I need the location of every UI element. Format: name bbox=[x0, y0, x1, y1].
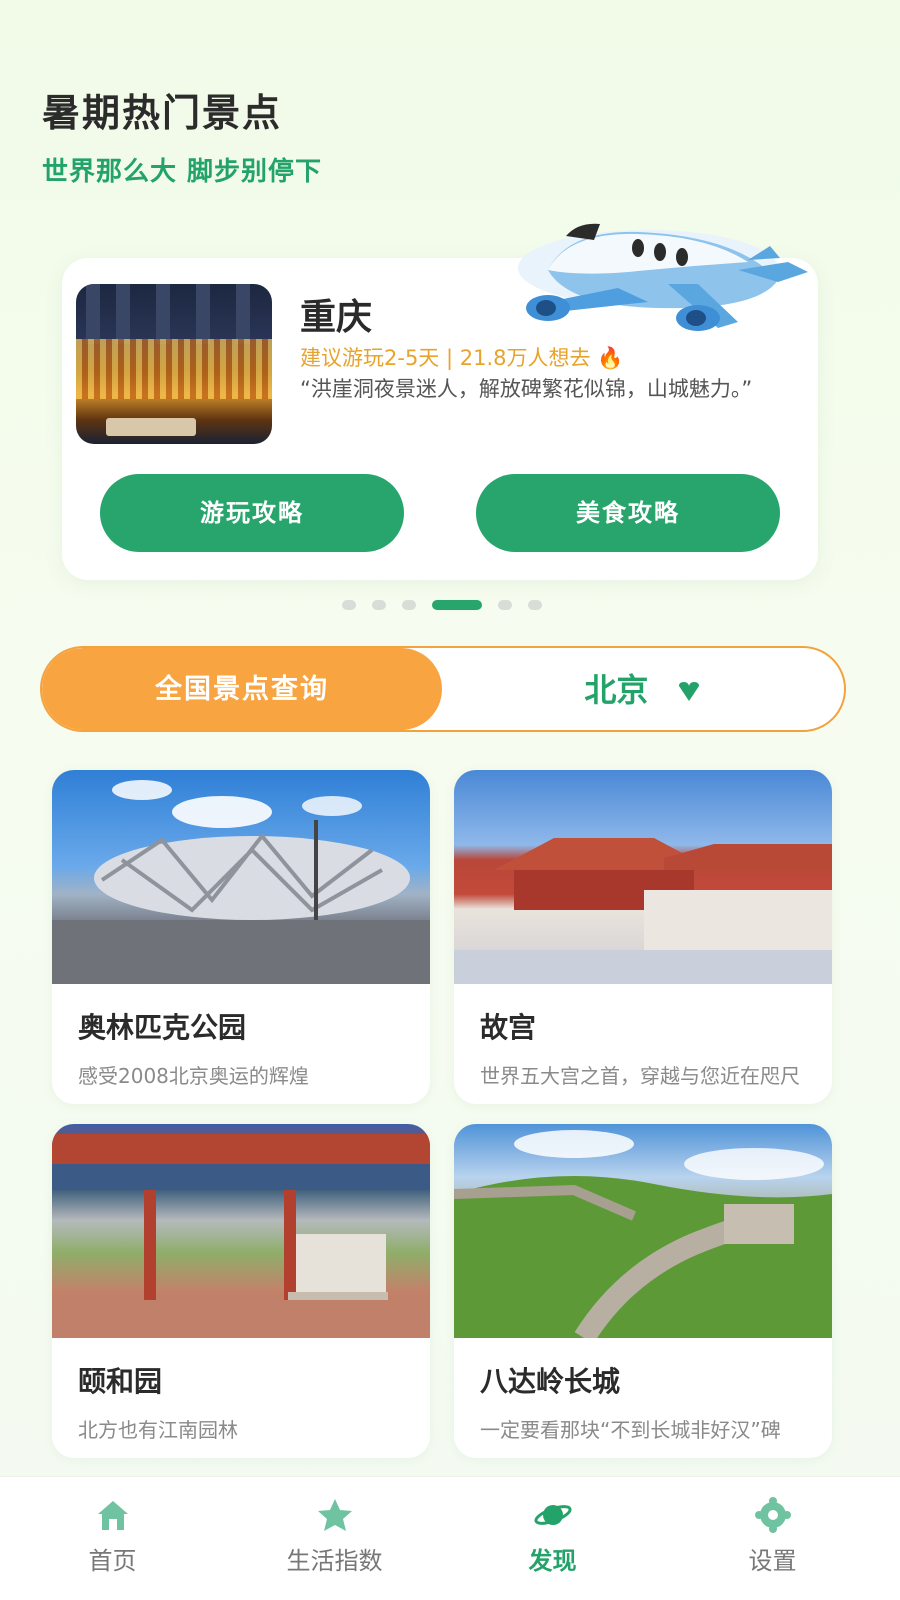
star-icon bbox=[318, 1499, 352, 1531]
spot-name: 颐和园 bbox=[78, 1365, 163, 1398]
national-spot-query-button[interactable]: 全国景点查询 bbox=[42, 648, 442, 730]
travel-guide-button[interactable]: 游玩攻略 bbox=[100, 474, 404, 552]
banner-city-name: 重庆 bbox=[300, 297, 373, 338]
spot-name: 奥林匹克公园 bbox=[78, 1011, 247, 1044]
forbidden-city-photo bbox=[454, 770, 832, 984]
spot-name: 故宫 bbox=[480, 1011, 537, 1044]
tab-label: 设置 bbox=[748, 1547, 797, 1575]
spot-card-great-wall[interactable]: 八达岭长城 一定要看那块“不到长城非好汉”碑 bbox=[454, 1124, 832, 1458]
chongqing-photo bbox=[76, 284, 272, 444]
spot-description: 一定要看那块“不到长城非好汉”碑 bbox=[480, 1418, 781, 1442]
pagination-dot[interactable] bbox=[372, 600, 386, 610]
banner-quote: “洪崖洞夜景迷人，解放碑繁花似锦，山城魅力。” bbox=[300, 377, 753, 401]
gear-icon bbox=[755, 1497, 791, 1533]
spot-description: 世界五大宫之首，穿越与您近在咫尺 bbox=[480, 1064, 800, 1088]
food-guide-button[interactable]: 美食攻略 bbox=[476, 474, 780, 552]
home-icon bbox=[98, 1501, 128, 1530]
planet-icon bbox=[534, 1505, 572, 1525]
spot-card-summer-palace[interactable]: 颐和园 北方也有江南园林 bbox=[52, 1124, 430, 1458]
spot-description: 感受2008北京奥运的辉煌 bbox=[78, 1064, 309, 1088]
banner-pagination[interactable] bbox=[342, 600, 542, 610]
tab-label: 发现 bbox=[528, 1547, 577, 1575]
spot-card-forbidden-city[interactable]: 故宫 世界五大宫之首，穿越与您近在咫尺 bbox=[454, 770, 832, 1104]
spot-description: 北方也有江南园林 bbox=[78, 1418, 238, 1442]
page-subtitle: 世界那么大 脚步别停下 bbox=[42, 157, 323, 187]
tab-life-index[interactable]: 生活指数 bbox=[222, 1477, 447, 1600]
pagination-dot[interactable] bbox=[402, 600, 416, 610]
page-header: 暑期热门景点 世界那么大 脚步别停下 bbox=[42, 82, 322, 188]
olympic-park-photo bbox=[52, 770, 430, 984]
page-title: 暑期热门景点 bbox=[42, 91, 283, 135]
bottom-tab-bar: 首页 生活指数 发现 设置 bbox=[0, 1476, 900, 1600]
pagination-dot-active[interactable] bbox=[432, 600, 482, 610]
city-selector[interactable]: 北京 bbox=[442, 648, 844, 730]
great-wall-photo bbox=[454, 1124, 832, 1338]
tab-home[interactable]: 首页 bbox=[0, 1477, 225, 1600]
summer-palace-photo bbox=[52, 1124, 430, 1338]
pagination-dot[interactable] bbox=[342, 600, 356, 610]
pagination-dot[interactable] bbox=[498, 600, 512, 610]
tab-settings[interactable]: 设置 bbox=[660, 1477, 885, 1600]
spot-name: 八达岭长城 bbox=[480, 1365, 621, 1398]
airplane-icon bbox=[518, 223, 808, 331]
tab-label: 生活指数 bbox=[286, 1547, 383, 1575]
pagination-dot[interactable] bbox=[528, 600, 542, 610]
tab-label: 首页 bbox=[88, 1547, 137, 1575]
heart-caret-icon bbox=[678, 682, 699, 701]
spot-query-bar: 全国景点查询 北京 bbox=[40, 646, 846, 732]
spot-card-olympic-park[interactable]: 奥林匹克公园 感受2008北京奥运的辉煌 bbox=[52, 770, 430, 1104]
city-selector-label: 北京 bbox=[584, 671, 649, 709]
tab-discover[interactable]: 发现 bbox=[440, 1477, 665, 1600]
